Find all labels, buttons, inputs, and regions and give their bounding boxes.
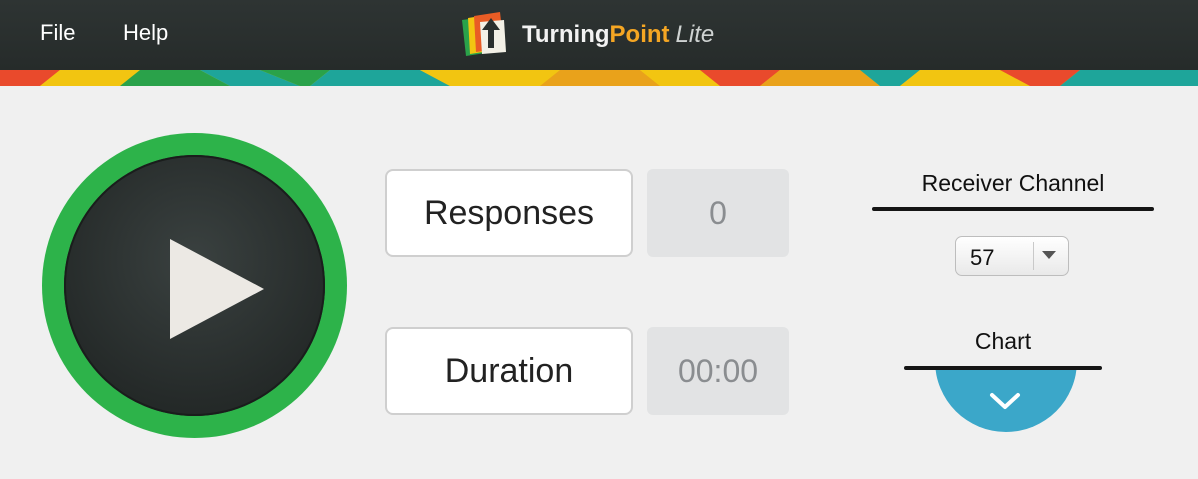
receiver-channel-select[interactable]: 57 [955,236,1069,276]
duration-button[interactable]: Duration [385,327,633,415]
receiver-channel-label: Receiver Channel [921,170,1105,196]
top-bar: File Help Turning Point Lite [0,0,1198,70]
brand-logo-group: Turning Point Lite [460,12,714,58]
receiver-channel-value: 57 [970,245,995,270]
chevron-down-icon[interactable] [988,390,1022,412]
brand-name-lite: Lite [675,21,715,48]
chart-label: Chart [974,328,1032,354]
receiver-channel-divider [872,207,1154,211]
caret-down-icon [1042,251,1056,259]
play-icon [170,239,264,339]
start-polling-button[interactable] [42,133,347,438]
duration-timer: 00:00 [647,327,789,415]
brand-name-point: Point [609,21,670,48]
menu-help[interactable]: Help [123,20,168,46]
responses-count: 0 [647,169,789,257]
turningpoint-logo-icon [462,12,506,56]
color-stripe [0,70,1198,86]
play-button-face [64,155,325,416]
select-divider [1033,242,1034,270]
responses-button[interactable]: Responses [385,169,633,257]
menu-file[interactable]: File [40,20,75,46]
chart-divider [904,366,1102,370]
brand-name-turning: Turning [522,21,610,48]
